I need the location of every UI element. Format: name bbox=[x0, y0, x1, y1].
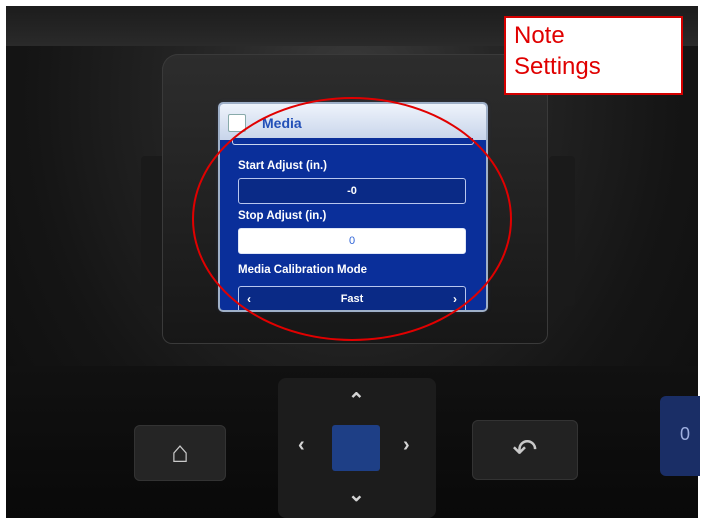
up-arrow-icon[interactable]: ⌃ bbox=[348, 388, 365, 413]
left-arrow-icon[interactable]: ‹ bbox=[298, 434, 305, 457]
edge-button-glyph: 0 bbox=[680, 424, 691, 444]
note-callout: Note Settings bbox=[504, 16, 683, 95]
back-icon: ↶ bbox=[512, 433, 538, 467]
note-line-1: Note bbox=[514, 22, 565, 49]
dpad[interactable]: ⌃ ‹ › ⌄ bbox=[278, 378, 436, 518]
ok-button[interactable] bbox=[332, 425, 380, 471]
bezel-right bbox=[549, 156, 575, 306]
back-button[interactable]: ↶ bbox=[472, 420, 578, 480]
note-line-2: Settings bbox=[514, 53, 601, 80]
right-arrow-icon[interactable]: › bbox=[403, 434, 410, 457]
red-highlight-ellipse bbox=[192, 97, 512, 341]
down-arrow-icon[interactable]: ⌄ bbox=[348, 482, 365, 507]
home-button[interactable]: ⌂ bbox=[134, 425, 226, 481]
edge-button[interactable]: 0 bbox=[660, 396, 700, 476]
home-icon: ⌂ bbox=[170, 436, 190, 469]
